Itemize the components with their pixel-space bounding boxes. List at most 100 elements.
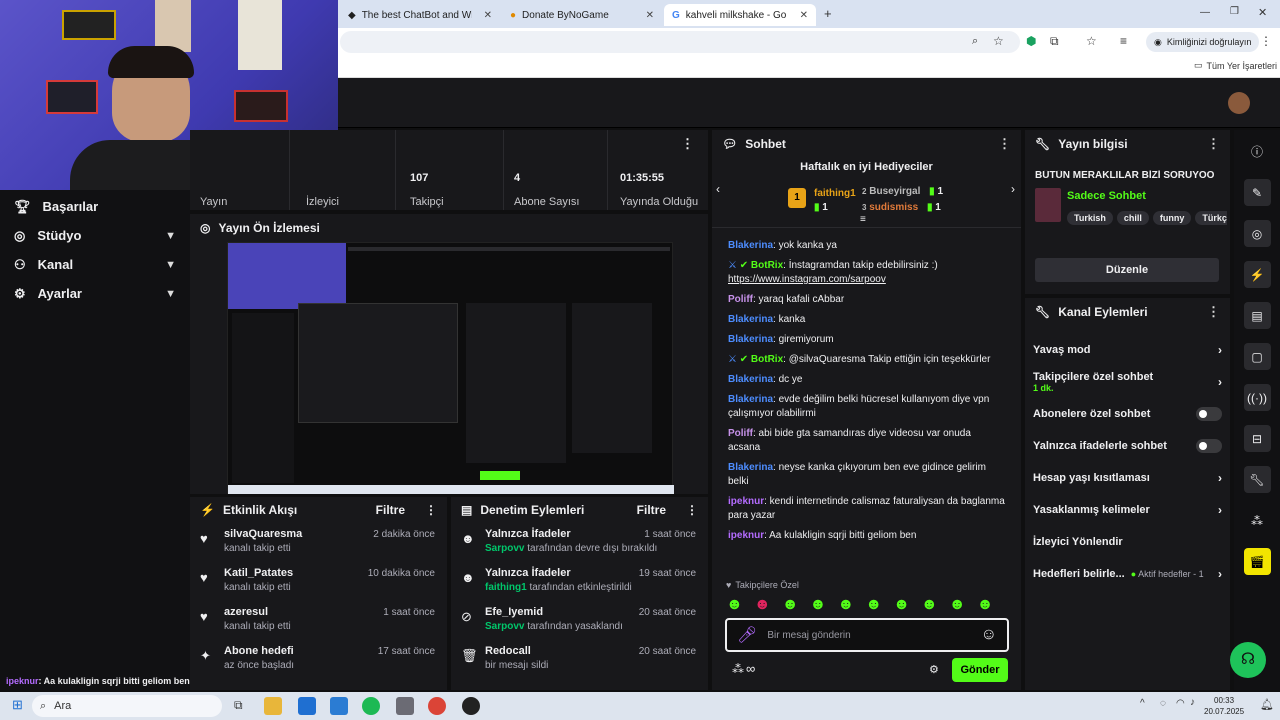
- pencil-icon[interactable]: ✎: [1243, 179, 1271, 206]
- all-bookmarks[interactable]: ▭ Tüm Yer İşaretleri: [1194, 60, 1277, 71]
- chat-user[interactable]: Blakerina: [728, 314, 773, 325]
- emote-icon[interactable]: ☻: [726, 596, 743, 614]
- wifi-icon[interactable]: ◠: [1176, 698, 1185, 709]
- broadcast-icon[interactable]: ((·)): [1243, 384, 1271, 411]
- toggle-switch[interactable]: [1196, 407, 1222, 421]
- lightning-icon[interactable]: ⚡: [1243, 261, 1271, 288]
- task-view-icon[interactable]: ⧉: [234, 698, 243, 713]
- document-icon[interactable]: ▤: [1243, 302, 1271, 329]
- chevron-right-icon[interactable]: ›: [1011, 182, 1015, 196]
- taskbar-search[interactable]: ⌕ Ara: [32, 695, 222, 717]
- action-banned-words[interactable]: Yasaklanmış kelimeler ›: [1025, 494, 1230, 526]
- emote-icon[interactable]: ☻: [810, 596, 827, 614]
- close-icon[interactable]: ✕: [484, 10, 492, 21]
- sidebar-item-achievements[interactable]: 🏆︎ Başarılar: [0, 192, 190, 221]
- emote-icon[interactable]: ☻: [977, 596, 994, 614]
- action-goals[interactable]: Hedefleri belirle... ● Aktif hedefler - 1…: [1025, 558, 1230, 590]
- emoji-icon[interactable]: ☺: [981, 626, 997, 644]
- app-icon[interactable]: [396, 697, 414, 715]
- microphone-icon[interactable]: 🎤︎: [737, 625, 757, 645]
- clock[interactable]: 00:33 20.07.2025: [1204, 695, 1244, 717]
- tag[interactable]: Turkish: [1067, 211, 1113, 225]
- more-options-icon[interactable]: ⋮: [1207, 304, 1220, 320]
- action-emotes-only[interactable]: Yalnızca ifadelerle sohbet: [1025, 430, 1230, 462]
- tray-chevron-icon[interactable]: ^: [1140, 698, 1145, 709]
- action-followers-only[interactable]: Takipçilere özel sohbet 1 dk. ›: [1025, 366, 1230, 398]
- emote-icon[interactable]: ☻: [921, 596, 938, 614]
- more-options-icon[interactable]: ⋮: [686, 503, 698, 517]
- volume-icon[interactable]: ♪: [1190, 697, 1195, 708]
- chat-user[interactable]: ipeknur: [728, 530, 764, 541]
- chrome-icon[interactable]: [428, 697, 446, 715]
- more-options-icon[interactable]: ⋮: [425, 503, 437, 517]
- browser-tab[interactable]: ◆ The best ChatBot and Widgets ✕: [340, 4, 500, 26]
- browser-tab[interactable]: ● Donate ByNoGame ✕: [502, 4, 662, 26]
- outlook-icon[interactable]: [298, 697, 316, 715]
- preview-icon[interactable]: ◎: [1243, 220, 1271, 247]
- wrench-icon[interactable]: 🔧︎: [1243, 466, 1271, 493]
- action-slow-mode[interactable]: Yavaş mod ›: [1025, 334, 1230, 366]
- chat-user[interactable]: Blakerina: [728, 394, 773, 405]
- chat-user[interactable]: Blakerina: [728, 240, 773, 251]
- chat-user[interactable]: Poliff: [728, 294, 753, 305]
- action-subscribers-only[interactable]: Abonelere özel sohbet: [1025, 398, 1230, 430]
- emote-icon[interactable]: ☻: [949, 596, 966, 614]
- tag[interactable]: chill: [1116, 211, 1149, 225]
- chat-user[interactable]: Blakerina: [728, 462, 773, 473]
- emote-icon[interactable]: ☻: [837, 596, 854, 614]
- chat-user[interactable]: Blakerina: [728, 374, 773, 385]
- obs-icon[interactable]: [462, 697, 480, 715]
- chat-user[interactable]: Blakerina: [728, 334, 773, 345]
- emote-icon[interactable]: ☻: [754, 596, 771, 614]
- restore-icon[interactable]: ❐: [1230, 6, 1239, 17]
- sidebar-item-channel[interactable]: ⚇ Kanal ▼: [0, 250, 190, 279]
- gear-icon[interactable]: ⚙: [929, 663, 939, 676]
- info-icon[interactable]: ⓘ: [1244, 138, 1271, 165]
- minimize-icon[interactable]: —: [1200, 7, 1210, 18]
- profile-chip[interactable]: ◉ Kimliğinizi doğrulayın: [1146, 32, 1260, 52]
- zoom-icon[interactable]: ⌕: [972, 35, 978, 48]
- activity-filter-button[interactable]: Filtre: [376, 503, 405, 517]
- store-icon[interactable]: [330, 697, 348, 715]
- network-icon[interactable]: ◌: [1160, 698, 1166, 709]
- more-options-icon[interactable]: ⋮: [998, 136, 1011, 152]
- sidebar-item-studio[interactable]: ◎ Stüdyo ▼: [0, 221, 190, 250]
- media-icon[interactable]: ≡: [1120, 34, 1127, 48]
- spotify-icon[interactable]: [362, 697, 380, 715]
- layout-icon[interactable]: ⊟: [1243, 425, 1271, 452]
- chat-user[interactable]: BotRix: [751, 354, 783, 365]
- chevron-left-icon[interactable]: ‹: [716, 182, 720, 196]
- tag[interactable]: Türkçe: [1195, 211, 1227, 225]
- close-icon[interactable]: ✕: [800, 10, 808, 21]
- infinity-icon[interactable]: ∞: [746, 661, 755, 676]
- new-tab-icon[interactable]: +: [824, 6, 832, 21]
- close-icon[interactable]: ✕: [646, 10, 654, 21]
- menu-icon[interactable]: ⋮: [1260, 34, 1272, 48]
- action-account-age[interactable]: Hesap yaşı kısıtlaması ›: [1025, 462, 1230, 494]
- support-button[interactable]: ☊: [1230, 642, 1266, 678]
- notification-icon[interactable]: 🔔︎: [1260, 698, 1274, 711]
- close-window-icon[interactable]: ✕: [1258, 6, 1267, 19]
- chat-user[interactable]: Poliff: [728, 428, 753, 439]
- action-host[interactable]: İzleyici Yönlendir: [1025, 526, 1230, 558]
- clapper-icon[interactable]: 🎬︎: [1243, 548, 1271, 575]
- chat-icon[interactable]: ▢: [1243, 343, 1271, 370]
- chat-user[interactable]: BotRix: [751, 260, 783, 271]
- browser-tab-active[interactable]: G kahveli milkshake - Google'da Ara ✕: [664, 4, 816, 26]
- address-field[interactable]: [340, 31, 1020, 53]
- windows-start-icon[interactable]: ⊞: [12, 697, 23, 713]
- more-options-icon[interactable]: ⋮: [1207, 136, 1220, 152]
- emote-icon[interactable]: ☻: [782, 596, 799, 614]
- edit-button[interactable]: Düzenle: [1035, 258, 1219, 282]
- file-explorer-icon[interactable]: [264, 697, 282, 715]
- chat-link[interactable]: https://www.instagram.com/sarpoov: [728, 274, 886, 285]
- sidebar-item-settings[interactable]: ⚙ Ayarlar ▼: [0, 279, 190, 308]
- dots-icon[interactable]: ⁂: [1244, 507, 1271, 534]
- shield-icon[interactable]: ⬢: [1026, 34, 1036, 48]
- tag[interactable]: funny: [1152, 211, 1192, 225]
- extensions-icon[interactable]: ⧉: [1050, 34, 1059, 49]
- send-button[interactable]: Gönder: [952, 658, 1008, 682]
- chat-user[interactable]: ipeknur: [728, 496, 764, 507]
- bookmark-icon[interactable]: ☆: [1086, 34, 1097, 48]
- chat-input[interactable]: 🎤︎ Bir mesaj gönderin ☺: [725, 618, 1009, 652]
